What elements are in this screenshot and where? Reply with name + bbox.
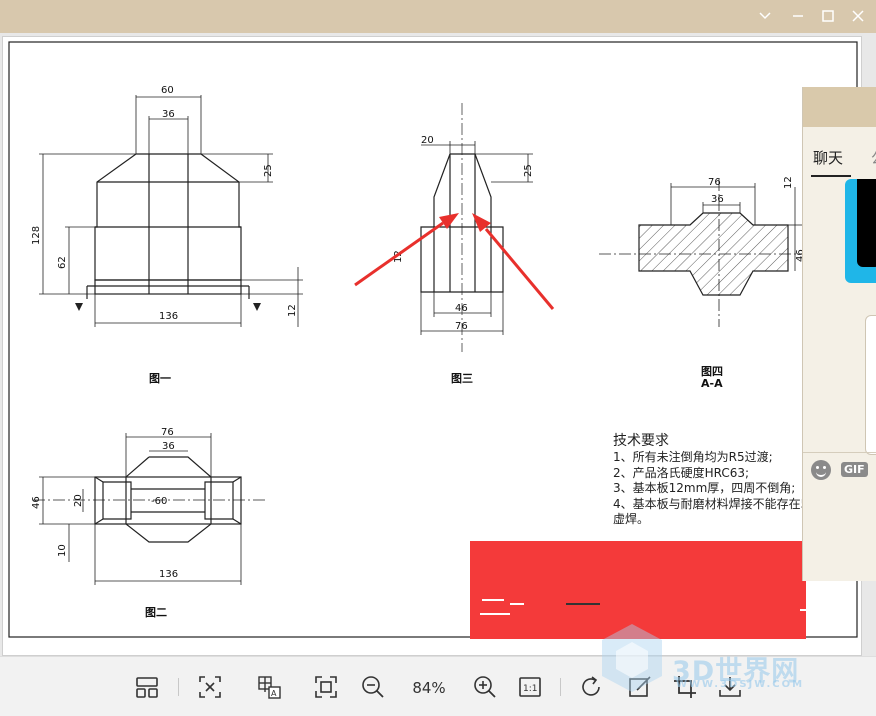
dim-60: 60 bbox=[161, 85, 174, 96]
dim-25: 25 bbox=[263, 164, 274, 177]
dim-128: 128 bbox=[31, 226, 42, 245]
dim-12: 12 bbox=[287, 304, 298, 317]
layout-icon[interactable] bbox=[133, 673, 161, 701]
figure-label: 图二 bbox=[145, 606, 167, 619]
dim-136: 136 bbox=[159, 569, 178, 580]
fullscreen-icon[interactable] bbox=[312, 673, 340, 701]
figure-1 bbox=[39, 95, 303, 327]
maximize-icon[interactable] bbox=[815, 5, 841, 27]
dim-62: 62 bbox=[57, 256, 68, 269]
minimize-icon[interactable] bbox=[785, 5, 811, 27]
toolbar-separator bbox=[560, 678, 561, 696]
figure-label: 图一 bbox=[149, 372, 171, 385]
dim-76: 76 bbox=[161, 427, 174, 438]
tech-line: 1、所有未注倒角均为R5过渡; bbox=[613, 450, 773, 464]
dim-46: 46 bbox=[31, 496, 42, 509]
dim-12: 12 bbox=[783, 176, 794, 189]
dim-76: 76 bbox=[455, 321, 468, 332]
tab-underline bbox=[811, 175, 851, 177]
technical-requirements: 技术要求 1、所有未注倒角均为R5过渡; 2、产品洛氏硬度HRC63; 3、基本… bbox=[613, 432, 820, 528]
dim-60: -60 bbox=[151, 496, 167, 507]
chat-panel-header bbox=[803, 87, 876, 127]
figure-sublabel: A-A bbox=[701, 377, 723, 390]
dim-36: 36 bbox=[711, 194, 724, 205]
zoom-level: 84% bbox=[412, 679, 446, 697]
chevron-down-icon[interactable] bbox=[752, 5, 778, 27]
tab-other[interactable]: 公 bbox=[871, 147, 876, 168]
dim-20: 20 bbox=[421, 135, 434, 146]
tech-line: 4、基本板与耐磨材料焊接不能存在5m bbox=[613, 496, 820, 511]
gif-button[interactable]: GIF bbox=[841, 462, 868, 477]
toolbar-separator bbox=[178, 678, 179, 696]
emoji-icon[interactable] bbox=[811, 460, 831, 480]
zoom-in-icon[interactable] bbox=[471, 673, 499, 701]
dim-25: 25 bbox=[523, 164, 534, 177]
chat-input-preview[interactable] bbox=[865, 315, 876, 455]
dim-136: 136 bbox=[159, 311, 178, 322]
svg-text:1:1: 1:1 bbox=[523, 684, 537, 694]
dim-36: 36 bbox=[162, 109, 175, 120]
chat-divider bbox=[803, 452, 876, 453]
dim-46: 46 bbox=[455, 303, 468, 314]
tech-line: 2、产品洛氏硬度HRC63; bbox=[613, 465, 750, 480]
zoom-out-icon[interactable] bbox=[359, 673, 387, 701]
dim-10: 10 bbox=[57, 544, 68, 557]
close-icon[interactable] bbox=[845, 5, 871, 27]
actual-size-icon[interactable]: 1:1 bbox=[516, 673, 544, 701]
tech-line: 虚焊。 bbox=[613, 512, 650, 527]
dim-36: 36 bbox=[162, 441, 175, 452]
tech-line: 3、基本板12mm厚，四周不倒角; bbox=[613, 481, 796, 496]
image-viewer[interactable]: 60 36 25 128 62 136 12 图一 20 25 12 46 76… bbox=[0, 33, 876, 656]
ocr-icon[interactable]: A bbox=[255, 673, 283, 701]
watermark-url: WWW.3DSJW.COM bbox=[676, 679, 805, 690]
drawing-sheet: 60 36 25 128 62 136 12 图一 20 25 12 46 76… bbox=[2, 36, 862, 656]
dim-20: 20 bbox=[73, 494, 84, 507]
tech-title: 技术要求 bbox=[613, 433, 669, 449]
chat-image-card[interactable] bbox=[845, 179, 876, 283]
tab-chat[interactable]: 聊天 bbox=[813, 147, 843, 168]
chat-image-thumbnail bbox=[857, 179, 876, 267]
title-bar bbox=[0, 0, 876, 33]
figure-2 bbox=[33, 433, 268, 585]
fit-icon[interactable] bbox=[196, 673, 224, 701]
figure-4 bbox=[599, 179, 803, 327]
dim-76: 76 bbox=[708, 177, 721, 188]
chat-panel: 聊天 公 GIF bbox=[802, 87, 876, 581]
figure-label: 图三 bbox=[451, 372, 473, 385]
svg-text:A: A bbox=[271, 689, 277, 698]
